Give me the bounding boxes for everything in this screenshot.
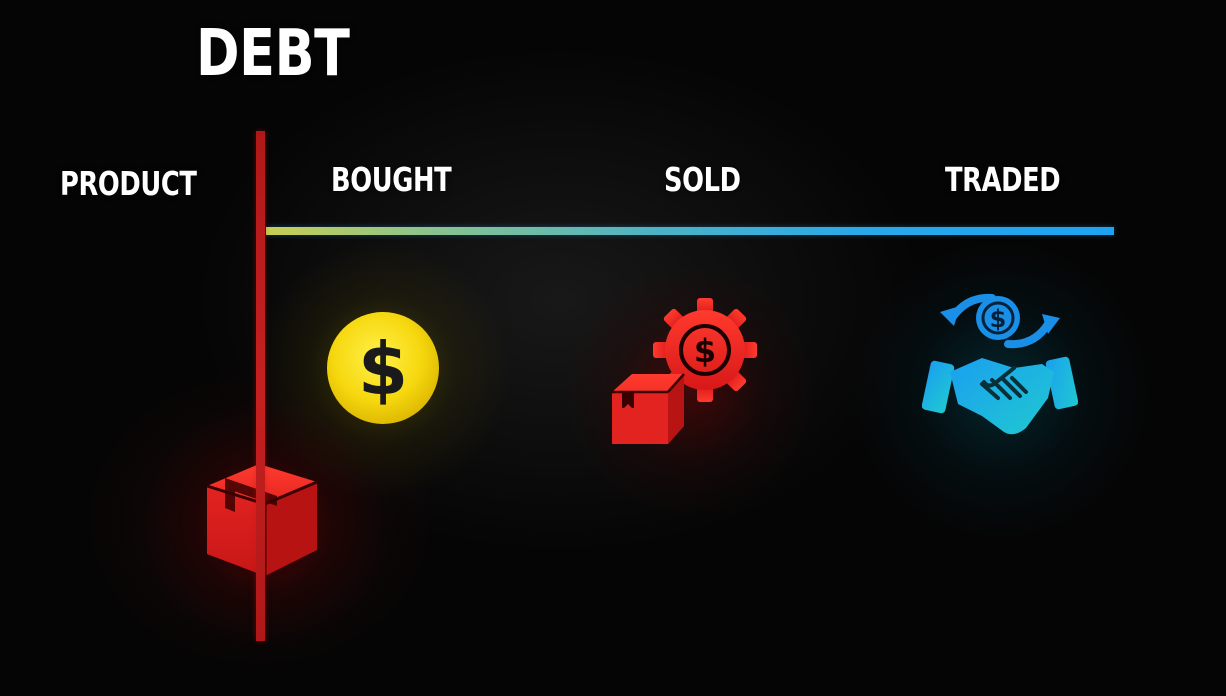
diagram-title: DEBT <box>196 17 350 91</box>
diagram-canvas: DEBT PRODUCT BOUGHT SOLD TRADED $ $ $ <box>0 0 1226 696</box>
debt-divider-line <box>256 131 265 641</box>
timeline-gradient-bar <box>266 227 1114 235</box>
traded-label: TRADED <box>945 160 1061 199</box>
dollar-coin-icon: $ <box>327 312 439 424</box>
box-with-gear-dollar-icon: $ <box>612 298 757 444</box>
product-label: PRODUCT <box>60 164 197 203</box>
svg-text:$: $ <box>990 305 1007 333</box>
svg-text:$: $ <box>694 332 716 370</box>
handshake-dollar-exchange-icon: $ <box>922 293 1078 435</box>
sold-label: SOLD <box>664 160 741 199</box>
svg-text:$: $ <box>358 327 408 411</box>
bought-label: BOUGHT <box>331 160 452 199</box>
